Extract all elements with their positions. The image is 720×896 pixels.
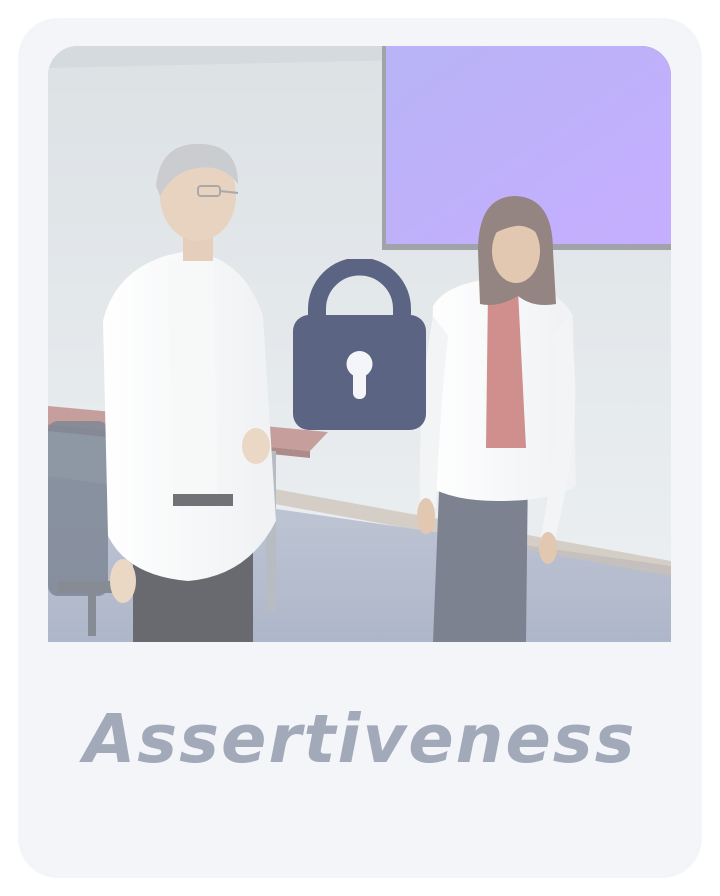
- module-thumbnail: [48, 46, 671, 642]
- padlock-icon: [293, 259, 426, 430]
- module-card[interactable]: Assertiveness: [18, 18, 702, 878]
- module-title: Assertiveness: [83, 700, 637, 778]
